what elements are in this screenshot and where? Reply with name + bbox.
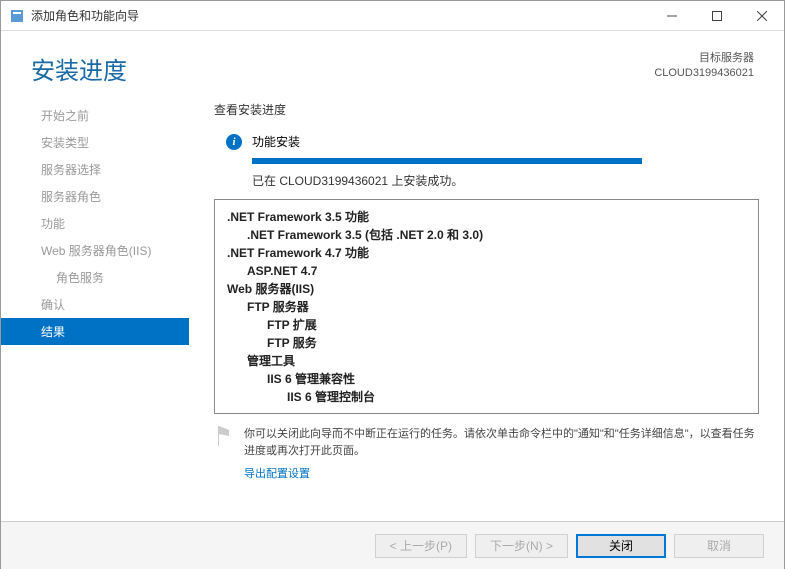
feature-item: IIS 6 管理兼容性 — [267, 370, 746, 388]
close-window-button[interactable] — [739, 1, 784, 31]
content-subtitle: 查看安装进度 — [214, 101, 759, 118]
app-icon — [9, 8, 25, 24]
success-message: 已在 CLOUD3199436021 上安装成功。 — [252, 172, 759, 189]
info-icon: i — [226, 134, 242, 150]
close-button[interactable]: 关闭 — [576, 534, 666, 558]
wizard-sidebar: 开始之前安装类型服务器选择服务器角色功能Web 服务器角色(IIS)角色服务确认… — [1, 96, 189, 506]
feature-item: Web 服务器(IIS) — [227, 280, 746, 298]
page-title: 安装进度 — [31, 51, 127, 86]
installed-features-list[interactable]: .NET Framework 3.5 功能.NET Framework 3.5 … — [214, 199, 759, 414]
feature-item: .NET Framework 3.5 功能 — [227, 208, 746, 226]
footer-buttons: < 上一步(P) 下一步(N) > 关闭 取消 — [1, 521, 784, 569]
feature-item: IIS 6 管理控制台 — [287, 388, 746, 406]
footer-note: 你可以关闭此向导而不中断正在运行的任务。请依次单击命令栏中的"通知"和"任务详细… — [214, 426, 759, 459]
sidebar-step-4: 功能 — [1, 210, 189, 237]
flag-icon — [214, 426, 234, 446]
sidebar-step-8[interactable]: 结果 — [1, 318, 189, 345]
next-button[interactable]: 下一步(N) > — [475, 534, 568, 558]
content-pane: 查看安装进度 i 功能安装 已在 CLOUD3199436021 上安装成功。 … — [189, 96, 784, 506]
progress-bar — [252, 158, 642, 164]
sidebar-step-0: 开始之前 — [1, 102, 189, 129]
target-server-info: 目标服务器 CLOUD3199436021 — [654, 51, 754, 82]
footer-note-text: 你可以关闭此向导而不中断正在运行的任务。请依次单击命令栏中的"通知"和"任务详细… — [244, 426, 759, 459]
cancel-button[interactable]: 取消 — [674, 534, 764, 558]
titlebar: 添加角色和功能向导 — [1, 1, 784, 31]
feature-item: ASP.NET 4.7 — [247, 262, 746, 280]
minimize-button[interactable] — [649, 1, 694, 31]
feature-item: .NET Framework 4.7 功能 — [227, 244, 746, 262]
feature-item: FTP 扩展 — [267, 316, 746, 334]
sidebar-step-6: 角色服务 — [1, 264, 189, 291]
prev-button[interactable]: < 上一步(P) — [375, 534, 467, 558]
status-title: 功能安装 — [252, 133, 300, 150]
sidebar-step-5: Web 服务器角色(IIS) — [1, 237, 189, 264]
feature-item: .NET Framework 3.5 (包括 .NET 2.0 和 3.0) — [247, 226, 746, 244]
window-title: 添加角色和功能向导 — [31, 7, 649, 24]
sidebar-step-2: 服务器选择 — [1, 156, 189, 183]
feature-item: FTP 服务 — [267, 334, 746, 352]
sidebar-step-1: 安装类型 — [1, 129, 189, 156]
status-row: i 功能安装 — [214, 133, 759, 150]
sidebar-step-3: 服务器角色 — [1, 183, 189, 210]
sidebar-step-7: 确认 — [1, 291, 189, 318]
feature-item: 管理工具 — [247, 352, 746, 370]
target-server-label: 目标服务器 — [654, 51, 754, 66]
feature-item: FTP 服务器 — [247, 298, 746, 316]
target-server-name: CLOUD3199436021 — [654, 66, 754, 81]
maximize-button[interactable] — [694, 1, 739, 31]
export-config-link[interactable]: 导出配置设置 — [244, 465, 759, 481]
header: 安装进度 目标服务器 CLOUD3199436021 — [1, 31, 784, 96]
